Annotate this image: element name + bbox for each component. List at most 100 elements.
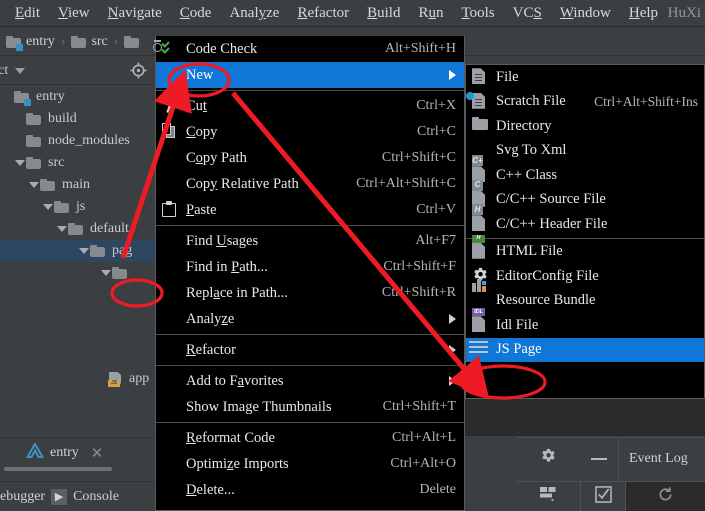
submenu-item-html-file[interactable]: H HTML File [466,234,704,265]
tree-arrow-icon[interactable] [2,91,14,103]
paste-icon [162,201,180,219]
menu-tools[interactable]: Tools [453,1,504,25]
editor-tab-entry[interactable]: entry ✕ [25,441,104,464]
context-menu-item-reformat-code[interactable]: Reformat Code Ctrl+Alt+L [156,425,464,451]
context-menu-item-label: Add to Favorites [186,372,284,389]
breadcrumb-item-entry[interactable]: entry [6,34,55,51]
tree-row[interactable]: build [0,108,155,130]
context-menu-separator [156,422,464,423]
new-submenu[interactable]: File Scratch File Ctrl+Alt+Shift+Ins Dir… [465,64,705,399]
chevron-right-icon [449,314,456,324]
submenu-item-js-page[interactable]: JS Page [466,337,704,362]
folder-icon [112,267,127,279]
tree-row[interactable]: node_modules [0,130,155,152]
refresh-button[interactable] [626,481,705,511]
resource-bundle-icon [472,278,490,310]
run-icon[interactable]: ▶ [51,488,68,505]
context-menu-item-copy[interactable]: Copy Ctrl+C [156,119,464,145]
chevron-down-icon[interactable] [15,67,26,74]
context-menu-item-find-usages[interactable]: Find Usages Alt+F7 [156,228,464,254]
tree-row[interactable]: JS app [0,368,155,390]
tree-arrow-icon[interactable] [14,113,26,125]
layout-button[interactable] [516,482,580,511]
tree-arrow-icon[interactable] [14,157,26,169]
context-menu-separator [156,334,464,335]
breadcrumb-separator: › [113,33,119,49]
submenu-item-editorconfig-file[interactable]: EditorConfig File [466,264,704,289]
submenu-item-file[interactable]: File [466,65,704,90]
context-menu-item-replace-in-path[interactable]: Replace in Path... Ctrl+Shift+R [156,280,464,306]
tree-arrow-icon[interactable] [56,223,68,235]
menu-code[interactable]: Code [171,1,221,25]
menu-view[interactable]: View [49,1,99,25]
js-tag-label: JS [108,379,120,387]
context-menu-item-cut[interactable]: Cut Ctrl+X [156,93,464,119]
tree-row[interactable]: main [0,174,155,196]
context-menu[interactable]: Code Check Alt+Shift+H New Cut Ctrl+X Co… [153,36,465,511]
context-menu-item-add-to-favorites[interactable]: Add to Favorites [156,368,464,394]
context-menu-item-analyze[interactable]: Analyze [156,306,464,332]
submenu-item-svg-to-xml[interactable]: Svg To Xml [466,139,704,164]
menu-navigate[interactable]: Navigate [99,1,171,25]
menu-vcs[interactable]: VCS [504,1,551,25]
submenu-item-c-header-file[interactable]: H C/C++ Header File [466,204,704,237]
debugger-tab-label[interactable]: ebugger [0,489,45,505]
context-menu-item-copy-path[interactable]: Copy Path Ctrl+Shift+C [156,145,464,171]
minimize-icon [591,458,607,460]
minimize-button[interactable] [580,438,618,481]
context-menu-item-copy-relative-path[interactable]: Copy Relative Path Ctrl+Alt+Shift+C [156,171,464,197]
menu-help[interactable]: Help [620,1,667,25]
submenu-item-resource-bundle[interactable]: Resource Bundle [466,278,704,314]
code-check-icon [153,39,180,58]
context-menu-item-label: Copy [186,123,218,140]
context-menu-item-new[interactable]: New [156,62,464,88]
breadcrumb-item-3[interactable] [124,35,144,48]
tree-row[interactable]: entry [0,86,155,108]
context-menu-item-accel: Ctrl+X [416,98,456,113]
event-log-button[interactable]: Event Log [619,438,698,481]
tree-item-label: js [76,199,86,214]
tree-arrow-icon[interactable] [100,267,112,279]
gear-icon [540,448,557,470]
project-tree[interactable]: entry build node_modules src main js def… [0,86,155,436]
tree-row[interactable]: default [0,218,155,240]
context-menu-item-label: Copy Path [186,149,247,166]
context-menu-item-paste[interactable]: Paste Ctrl+V [156,197,464,223]
todo-button[interactable] [581,482,625,511]
horizontal-scrollbar[interactable] [4,467,112,471]
crosshair-target-icon[interactable] [130,62,147,79]
menu-refactor[interactable]: Refactor [288,1,358,25]
tree-arrow-icon[interactable] [42,201,54,213]
tree-item-label: build [48,111,77,126]
tree-row[interactable]: pag [0,240,155,262]
context-menu-item-code-check[interactable]: Code Check Alt+Shift+H [153,36,464,62]
context-menu-item-find-in-path[interactable]: Find in Path... Ctrl+Shift+F [156,254,464,280]
submenu-item-idl-file[interactable]: IDL Idl File [466,308,704,338]
submenu-item-label: Svg To Xml [496,142,567,159]
context-menu-item-delete[interactable]: Delete... Delete [156,477,464,503]
tree-row[interactable]: src [0,152,155,174]
submenu-item-scratch-file[interactable]: Scratch File Ctrl+Alt+Shift+Ins [466,90,704,115]
context-menu-item-accel: Delete [419,482,456,497]
menu-edit[interactable]: EEditdit [6,1,49,25]
submenu-item-cpp-class[interactable]: C+ C++ Class [466,155,704,188]
submenu-item-label: Scratch File [496,93,566,110]
menu-build[interactable]: Build [358,1,409,25]
context-menu-item-show-image-thumbnails[interactable]: Show Image Thumbnails Ctrl+Shift+T [156,394,464,420]
menu-run[interactable]: Run [409,1,452,25]
breadcrumb-item-src[interactable]: src [71,34,108,50]
submenu-item-directory[interactable]: Directory [466,114,704,139]
tree-arrow-icon[interactable] [28,179,40,191]
submenu-item-c-source-file[interactable]: C C/C++ Source File [466,179,704,213]
close-icon[interactable]: ✕ [91,444,104,463]
tree-arrow-icon[interactable] [78,245,90,257]
tree-arrow-icon[interactable] [14,135,26,147]
tree-row[interactable] [0,262,155,284]
menu-analyze[interactable]: Analyze [220,1,288,25]
context-menu-item-optimize-imports[interactable]: Optimize Imports Ctrl+Alt+O [156,451,464,477]
menu-window[interactable]: Window [551,1,620,25]
settings-button[interactable] [516,438,580,481]
tree-row[interactable]: js [0,196,155,218]
context-menu-item-refactor[interactable]: Refactor [156,337,464,363]
console-tab-label[interactable]: Console [73,489,119,505]
